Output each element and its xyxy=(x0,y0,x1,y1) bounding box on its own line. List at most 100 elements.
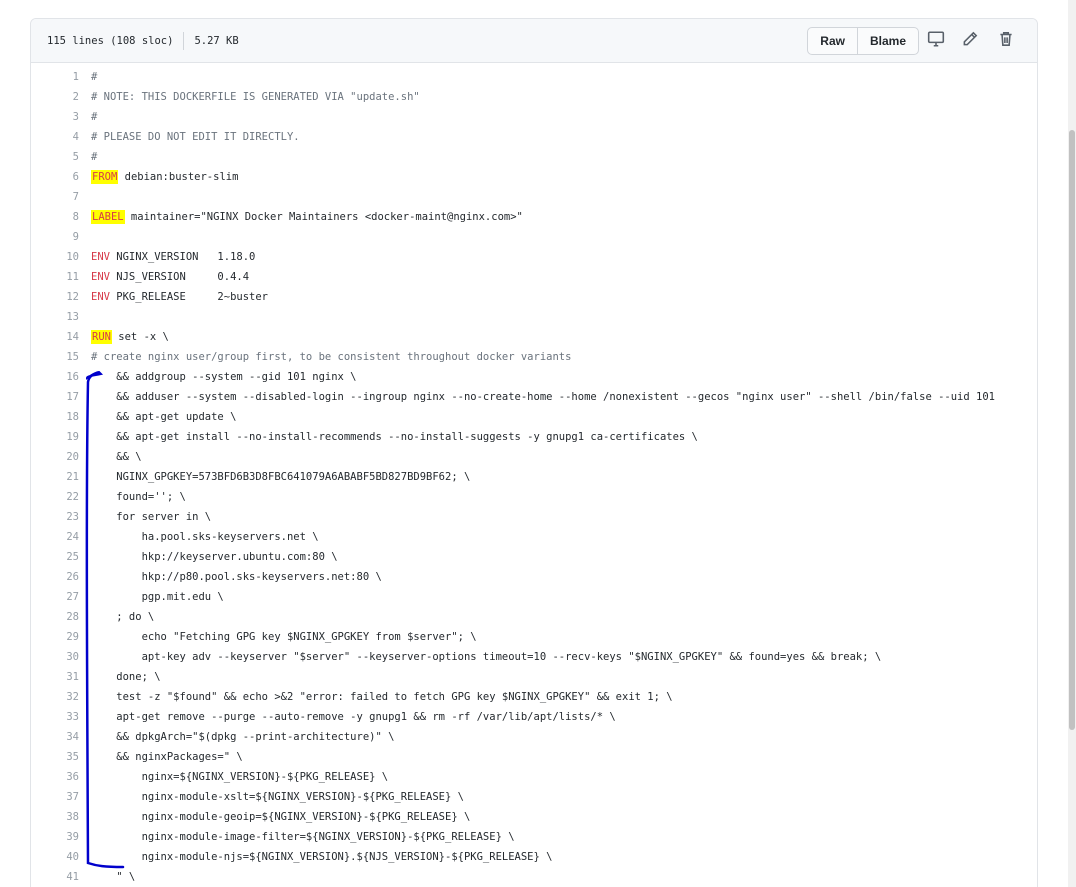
line-text: debian:buster-slim xyxy=(118,171,239,183)
line-content: && addgroup --system --gid 101 nginx \ xyxy=(79,367,357,387)
line-number[interactable]: 24 xyxy=(31,527,79,547)
code-line: 3 # xyxy=(31,107,1037,127)
line-number[interactable]: 9 xyxy=(31,227,79,247)
line-number[interactable]: 4 xyxy=(31,127,79,147)
line-number[interactable]: 3 xyxy=(31,107,79,127)
line-number[interactable]: 1 xyxy=(31,67,79,87)
line-content: FROM debian:buster-slim xyxy=(79,167,238,187)
code-line: 23 for server in \ xyxy=(31,507,1037,527)
line-number[interactable]: 25 xyxy=(31,547,79,567)
line-number[interactable]: 16 xyxy=(31,367,79,387)
line-number[interactable]: 36 xyxy=(31,767,79,787)
line-content: for server in \ xyxy=(79,507,211,527)
line-number[interactable]: 18 xyxy=(31,407,79,427)
line-number[interactable]: 40 xyxy=(31,847,79,867)
line-number[interactable]: 19 xyxy=(31,427,79,447)
line-content: # xyxy=(79,147,97,167)
line-number[interactable]: 31 xyxy=(31,667,79,687)
code-line: 7 xyxy=(31,187,1037,207)
line-number[interactable]: 38 xyxy=(31,807,79,827)
line-content: NGINX_GPGKEY=573BFD6B3D8FBC641079A6ABABF… xyxy=(79,467,470,487)
page-scrollbar[interactable] xyxy=(1068,0,1076,887)
line-number[interactable]: 23 xyxy=(31,507,79,527)
line-content xyxy=(79,187,91,207)
line-text: && \ xyxy=(91,451,142,463)
line-text: ha.pool.sks-keyservers.net \ xyxy=(91,531,319,543)
line-number[interactable]: 22 xyxy=(31,487,79,507)
code-line: 12 ENV PKG_RELEASE 2~buster xyxy=(31,287,1037,307)
line-text: && dpkgArch="$(dpkg --print-architecture… xyxy=(91,731,395,743)
line-content: && dpkgArch="$(dpkg --print-architecture… xyxy=(79,727,394,747)
line-content: # xyxy=(79,67,97,87)
line-content: found=''; \ xyxy=(79,487,186,507)
line-number[interactable]: 7 xyxy=(31,187,79,207)
line-number[interactable]: 35 xyxy=(31,747,79,767)
line-number[interactable]: 34 xyxy=(31,727,79,747)
code-line: 28 ; do \ xyxy=(31,607,1037,627)
line-number[interactable]: 26 xyxy=(31,567,79,587)
line-number[interactable]: 13 xyxy=(31,307,79,327)
line-content: hkp://keyserver.ubuntu.com:80 \ xyxy=(79,547,338,567)
line-number[interactable]: 20 xyxy=(31,447,79,467)
code-listing: 1 #2 # NOTE: THIS DOCKERFILE IS GENERATED … xyxy=(31,63,1037,887)
line-text: NGINX_GPGKEY=573BFD6B3D8FBC641079A6ABABF… xyxy=(91,471,471,483)
line-text: PKG_RELEASE 2~buster xyxy=(109,291,269,303)
line-number[interactable]: 5 xyxy=(31,147,79,167)
line-number[interactable]: 17 xyxy=(31,387,79,407)
line-number[interactable]: 2 xyxy=(31,87,79,107)
code-line: 24 ha.pool.sks-keyservers.net \ xyxy=(31,527,1037,547)
line-number[interactable]: 12 xyxy=(31,287,79,307)
line-number[interactable]: 33 xyxy=(31,707,79,727)
blame-button[interactable]: Blame xyxy=(856,28,918,54)
line-content: echo "Fetching GPG key $NGINX_GPGKEY fro… xyxy=(79,627,477,647)
line-text: # NOTE: THIS DOCKERFILE IS GENERATED VIA… xyxy=(91,91,420,103)
line-number[interactable]: 10 xyxy=(31,247,79,267)
line-number[interactable]: 28 xyxy=(31,607,79,627)
line-number[interactable]: 27 xyxy=(31,587,79,607)
code-line: 20 && \ xyxy=(31,447,1037,467)
dockerfile-keyword: ENV xyxy=(91,291,110,303)
code-line: 15 # create nginx user/group first, to be… xyxy=(31,347,1037,367)
scrollbar-thumb[interactable] xyxy=(1069,130,1075,730)
line-content: ENV NGINX_VERSION 1.18.0 xyxy=(79,247,255,267)
line-content: RUN set -x \ xyxy=(79,327,169,347)
line-number[interactable]: 37 xyxy=(31,787,79,807)
code-line: 33 apt-get remove --purge --auto-remove … xyxy=(31,707,1037,727)
raw-button[interactable]: Raw xyxy=(808,28,857,54)
pencil-icon[interactable] xyxy=(961,30,981,50)
line-text: ; do \ xyxy=(91,611,155,623)
line-number[interactable]: 32 xyxy=(31,687,79,707)
code-line: 2 # NOTE: THIS DOCKERFILE IS GENERATED VI… xyxy=(31,87,1037,107)
line-number[interactable]: 6 xyxy=(31,167,79,187)
line-number[interactable]: 39 xyxy=(31,827,79,847)
line-text: for server in \ xyxy=(91,511,212,523)
code-line: 40 nginx-module-njs=${NGINX_VERSION}.${N… xyxy=(31,847,1037,867)
line-text: maintainer="NGINX Docker Maintainers <do… xyxy=(124,211,523,223)
code-line: 4 # PLEASE DO NOT EDIT IT DIRECTLY. xyxy=(31,127,1037,147)
line-content: && apt-get update \ xyxy=(79,407,236,427)
code-line: 39 nginx-module-image-filter=${NGINX_VER… xyxy=(31,827,1037,847)
line-content: pgp.mit.edu \ xyxy=(79,587,224,607)
line-number[interactable]: 14 xyxy=(31,327,79,347)
line-text: && apt-get update \ xyxy=(91,411,237,423)
trash-icon[interactable] xyxy=(997,30,1017,50)
line-text: apt-key adv --keyserver "$server" --keys… xyxy=(91,651,882,663)
line-number[interactable]: 11 xyxy=(31,267,79,287)
code-line: 16 && addgroup --system --gid 101 nginx … xyxy=(31,367,1037,387)
line-content: " \ xyxy=(79,867,135,887)
code-line: 1 # xyxy=(31,67,1037,87)
divider xyxy=(183,31,185,50)
code-line: 34 && dpkgArch="$(dpkg --print-architect… xyxy=(31,727,1037,747)
line-number[interactable]: 30 xyxy=(31,647,79,667)
code-line: 8 LABEL maintainer="NGINX Docker Maintain… xyxy=(31,207,1037,227)
code-line: 11 ENV NJS_VERSION 0.4.4 xyxy=(31,267,1037,287)
desktop-icon[interactable] xyxy=(927,30,947,50)
line-number[interactable]: 8 xyxy=(31,207,79,227)
line-number[interactable]: 21 xyxy=(31,467,79,487)
line-content: # xyxy=(79,107,97,127)
line-number[interactable]: 41 xyxy=(31,867,79,887)
line-text: && addgroup --system --gid 101 nginx \ xyxy=(91,371,357,383)
line-number[interactable]: 29 xyxy=(31,627,79,647)
line-text: test -z "$found" && echo >&2 "error: fai… xyxy=(91,691,673,703)
line-number[interactable]: 15 xyxy=(31,347,79,367)
